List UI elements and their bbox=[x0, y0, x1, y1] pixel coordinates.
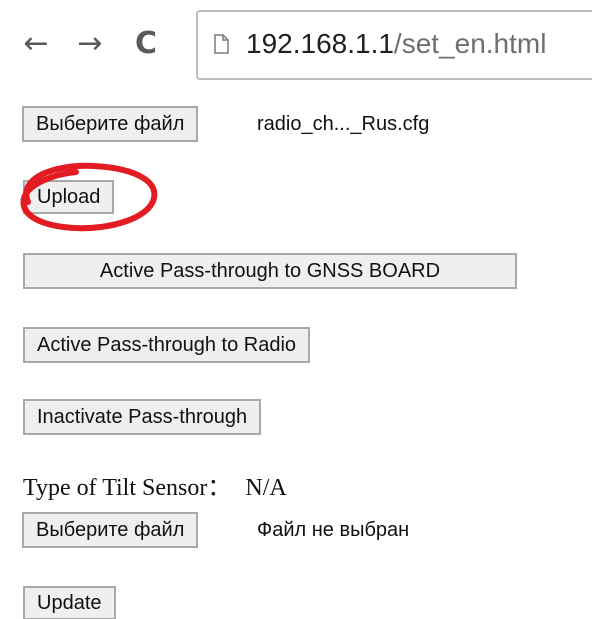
tilt-sensor-label-text: Type of Tilt Sensor： bbox=[23, 475, 232, 501]
browser-toolbar: ← → C 192.168.1.1/set_en.html bbox=[0, 0, 592, 92]
upload-button[interactable]: Upload bbox=[23, 180, 115, 214]
active-pass-through-gnss-button[interactable]: Active Pass-through to GNSS BOARD bbox=[23, 253, 517, 289]
selected-config-file-name: radio_ch..._Rus.cfg bbox=[257, 113, 430, 135]
reload-icon[interactable]: C bbox=[128, 20, 164, 68]
tilt-sensor-value: N/A bbox=[245, 475, 287, 501]
url-host: 192.168.1.1 bbox=[246, 28, 394, 59]
page-icon bbox=[214, 34, 229, 54]
address-bar[interactable]: 192.168.1.1/set_en.html bbox=[196, 10, 592, 80]
update-button[interactable]: Update bbox=[23, 586, 116, 619]
forward-arrow-icon[interactable]: → bbox=[72, 20, 108, 68]
back-arrow-icon[interactable]: ← bbox=[18, 20, 54, 68]
selected-tilt-file-name: Файл не выбран bbox=[257, 519, 410, 541]
inactivate-pass-through-button[interactable]: Inactivate Pass-through bbox=[23, 399, 262, 435]
url-text[interactable]: 192.168.1.1/set_en.html bbox=[246, 26, 546, 62]
active-pass-through-radio-button[interactable]: Active Pass-through to Radio bbox=[23, 327, 311, 363]
tilt-sensor-label: Type of Tilt Sensor： N/A bbox=[23, 473, 287, 503]
url-path: /set_en.html bbox=[393, 28, 547, 59]
choose-config-file-button[interactable]: Выберите файл bbox=[22, 106, 199, 142]
choose-tilt-file-button[interactable]: Выберите файл bbox=[22, 512, 199, 548]
